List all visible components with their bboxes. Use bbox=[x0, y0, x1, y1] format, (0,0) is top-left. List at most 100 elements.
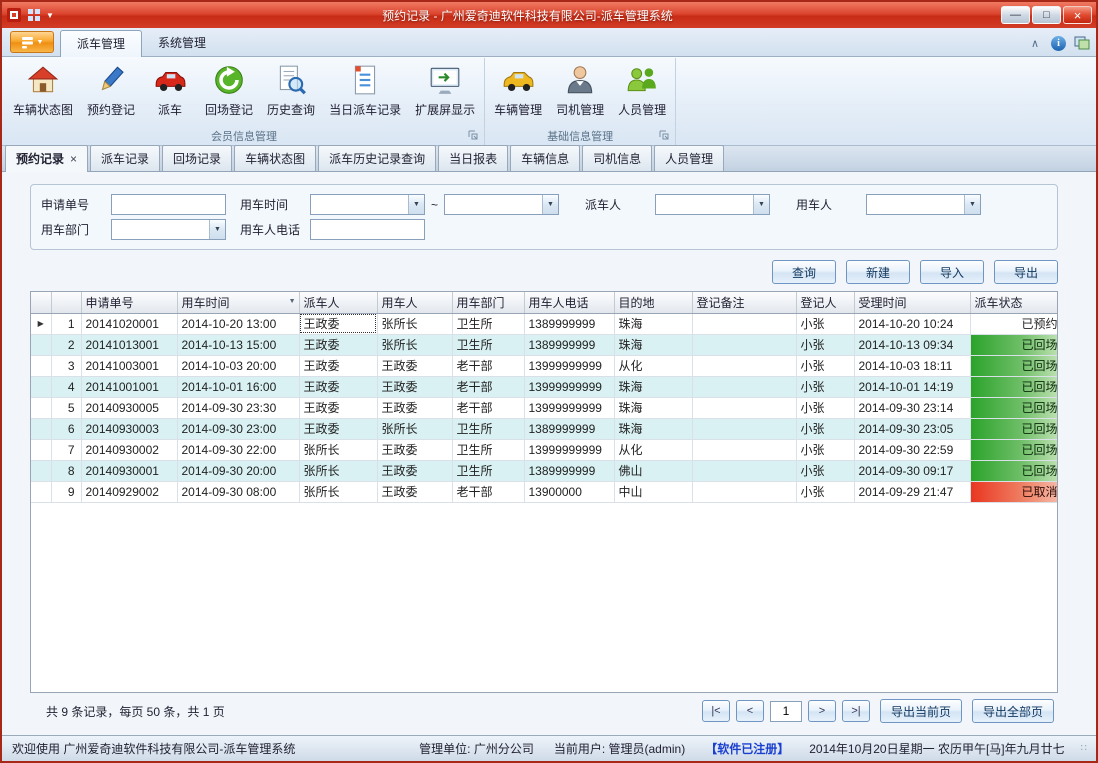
ribbon-button-车辆状态图[interactable]: 车辆状态图 bbox=[6, 58, 80, 127]
next-page-button[interactable]: > bbox=[808, 700, 836, 722]
chevron-down-icon[interactable]: ▼ bbox=[408, 195, 424, 214]
doc-tab-司机信息[interactable]: 司机信息 bbox=[582, 145, 652, 171]
row-indicator bbox=[31, 397, 51, 418]
help-info-icon[interactable]: i bbox=[1051, 36, 1066, 51]
table-row[interactable]: 3201410030012014-10-03 20:00王政委王政委老干部139… bbox=[31, 355, 1058, 376]
doc-tab-label: 回场记录 bbox=[173, 150, 221, 167]
doc-tab-人员管理[interactable]: 人员管理 bbox=[654, 145, 724, 171]
cell-use-time: 2014-09-30 22:00 bbox=[177, 439, 299, 460]
query-button[interactable]: 查询 bbox=[772, 260, 836, 284]
chevron-down-icon[interactable]: ▼ bbox=[964, 195, 980, 214]
cell-remark bbox=[692, 418, 796, 439]
export-current-page-button[interactable]: 导出当前页 bbox=[880, 699, 962, 723]
column-header-登记备注[interactable]: 登记备注 bbox=[692, 292, 796, 313]
group-dialog-launcher-icon[interactable] bbox=[659, 130, 670, 141]
export-button[interactable]: 导出 bbox=[994, 260, 1058, 284]
dept-combo[interactable]: ▼ bbox=[111, 219, 226, 240]
quick-access-dropdown-icon[interactable]: ▼ bbox=[46, 11, 54, 20]
column-header-登记人[interactable]: 登记人 bbox=[796, 292, 854, 313]
use-time-from-combo[interactable]: ▼ bbox=[310, 194, 425, 215]
doc-tabs: 预约记录×派车记录回场记录车辆状态图派车历史记录查询当日报表车辆信息司机信息人员… bbox=[5, 145, 726, 171]
close-tab-icon[interactable]: × bbox=[70, 152, 77, 166]
doc-tab-回场记录[interactable]: 回场记录 bbox=[162, 145, 232, 171]
cell-accept-time: 2014-09-30 23:14 bbox=[854, 397, 970, 418]
column-header-用车人[interactable]: 用车人 bbox=[377, 292, 452, 313]
ribbon-button-人员管理[interactable]: 人员管理 bbox=[611, 58, 673, 127]
style-switch-icon[interactable] bbox=[1074, 35, 1090, 51]
column-header-blank bbox=[51, 292, 81, 313]
ribbon-button-当日派车记录[interactable]: 当日派车记录 bbox=[322, 58, 408, 127]
ribbon-button-扩展屏显示[interactable]: 扩展屏显示 bbox=[408, 58, 482, 127]
column-header-派车状态[interactable]: 派车状态 bbox=[970, 292, 1058, 313]
phone-input[interactable] bbox=[310, 219, 425, 240]
column-header-用车时间[interactable]: 用车时间▼ bbox=[177, 292, 299, 313]
column-header-用车人电话[interactable]: 用车人电话 bbox=[524, 292, 614, 313]
last-page-button[interactable]: >| bbox=[842, 700, 870, 722]
table-row[interactable]: ▶1201410200012014-10-20 13:00王政委张所长卫生所13… bbox=[31, 313, 1058, 334]
order-no-input[interactable] bbox=[111, 194, 226, 215]
register-status-link[interactable]: 【软件已注册】 bbox=[695, 740, 799, 757]
cell-destination: 佛山 bbox=[614, 460, 692, 481]
cell-dispatcher: 张所长 bbox=[299, 439, 377, 460]
app-menu-button[interactable]: ▼ bbox=[10, 31, 54, 53]
cell-accept-time: 2014-10-01 14:19 bbox=[854, 376, 970, 397]
table-row[interactable]: 8201409300012014-09-30 20:00张所长王政委卫生所138… bbox=[31, 460, 1058, 481]
column-filter-dropdown-icon[interactable]: ▼ bbox=[289, 298, 296, 305]
ribbon-button-司机管理[interactable]: 司机管理 bbox=[549, 58, 611, 127]
table-row[interactable]: 4201410010012014-10-01 16:00王政委王政委老干部139… bbox=[31, 376, 1058, 397]
column-header-申请单号[interactable]: 申请单号 bbox=[81, 292, 177, 313]
user-combo[interactable]: ▼ bbox=[866, 194, 981, 215]
doc-tab-预约记录[interactable]: 预约记录× bbox=[5, 145, 88, 172]
column-header-派车人[interactable]: 派车人 bbox=[299, 292, 377, 313]
doc-tab-派车历史记录查询[interactable]: 派车历史记录查询 bbox=[318, 145, 436, 171]
ribbon-tab-系统管理[interactable]: 系统管理 bbox=[142, 30, 222, 56]
user-label: 用车人 bbox=[796, 196, 858, 213]
import-button[interactable]: 导入 bbox=[920, 260, 984, 284]
cell-registrar: 小张 bbox=[796, 334, 854, 355]
doc-tab-车辆信息[interactable]: 车辆信息 bbox=[510, 145, 580, 171]
column-header-用车部门[interactable]: 用车部门 bbox=[452, 292, 524, 313]
group-dialog-launcher-icon[interactable] bbox=[468, 130, 479, 141]
first-page-button[interactable]: |< bbox=[702, 700, 730, 722]
close-button[interactable]: × bbox=[1063, 6, 1092, 24]
cell-dispatcher: 王政委 bbox=[299, 355, 377, 376]
ribbon-tab-派车管理[interactable]: 派车管理 bbox=[60, 30, 142, 57]
records-grid[interactable]: 申请单号用车时间▼派车人用车人用车部门用车人电话目的地登记备注登记人受理时间派车… bbox=[30, 291, 1058, 693]
new-button[interactable]: 新建 bbox=[846, 260, 910, 284]
list-doc-icon bbox=[348, 63, 382, 97]
maximize-button[interactable]: □ bbox=[1032, 6, 1061, 24]
ribbon-button-派车[interactable]: 派车 bbox=[142, 58, 198, 127]
page-number-input[interactable] bbox=[770, 701, 802, 722]
chevron-down-icon[interactable]: ▼ bbox=[753, 195, 769, 214]
cell-user: 王政委 bbox=[377, 460, 452, 481]
cell-dept: 卫生所 bbox=[452, 439, 524, 460]
minimize-button[interactable]: — bbox=[1001, 6, 1030, 24]
chevron-down-icon[interactable]: ▼ bbox=[542, 195, 558, 214]
doc-tab-派车记录[interactable]: 派车记录 bbox=[90, 145, 160, 171]
collapse-ribbon-icon[interactable]: ∧ bbox=[1027, 35, 1043, 51]
table-row[interactable]: 9201409290022014-09-30 08:00张所长王政委老干部139… bbox=[31, 481, 1058, 502]
ribbon-button-回场登记[interactable]: 回场登记 bbox=[198, 58, 260, 127]
cell-phone: 13999999999 bbox=[524, 439, 614, 460]
table-row[interactable]: 6201409300032014-09-30 23:00王政委张所长卫生所138… bbox=[31, 418, 1058, 439]
table-row[interactable]: 5201409300052014-09-30 23:30王政委王政委老干部139… bbox=[31, 397, 1058, 418]
use-time-to-combo[interactable]: ▼ bbox=[444, 194, 559, 215]
chevron-down-icon[interactable]: ▼ bbox=[209, 220, 225, 239]
ribbon-tabs: 派车管理系统管理 bbox=[60, 30, 222, 56]
table-row[interactable]: 2201410130012014-10-13 15:00王政委张所长卫生所138… bbox=[31, 334, 1058, 355]
record-count-summary: 共 9 条记录，每页 50 条，共 1 页 bbox=[46, 703, 225, 720]
ribbon-button-预约登记[interactable]: 预约登记 bbox=[80, 58, 142, 127]
table-row[interactable]: 7201409300022014-09-30 22:00张所长王政委卫生所139… bbox=[31, 439, 1058, 460]
ribbon-button-历史查询[interactable]: 历史查询 bbox=[260, 58, 322, 127]
export-all-pages-button[interactable]: 导出全部页 bbox=[972, 699, 1054, 723]
return-icon bbox=[212, 63, 246, 97]
dispatcher-combo[interactable]: ▼ bbox=[655, 194, 770, 215]
column-header-受理时间[interactable]: 受理时间 bbox=[854, 292, 970, 313]
ribbon-button-车辆管理[interactable]: 车辆管理 bbox=[487, 58, 549, 127]
cell-phone: 1389999999 bbox=[524, 418, 614, 439]
doc-tab-当日报表[interactable]: 当日报表 bbox=[438, 145, 508, 171]
doc-tab-车辆状态图[interactable]: 车辆状态图 bbox=[234, 145, 316, 171]
quick-access-grid-icon[interactable] bbox=[26, 7, 42, 23]
column-header-目的地[interactable]: 目的地 bbox=[614, 292, 692, 313]
prev-page-button[interactable]: < bbox=[736, 700, 764, 722]
